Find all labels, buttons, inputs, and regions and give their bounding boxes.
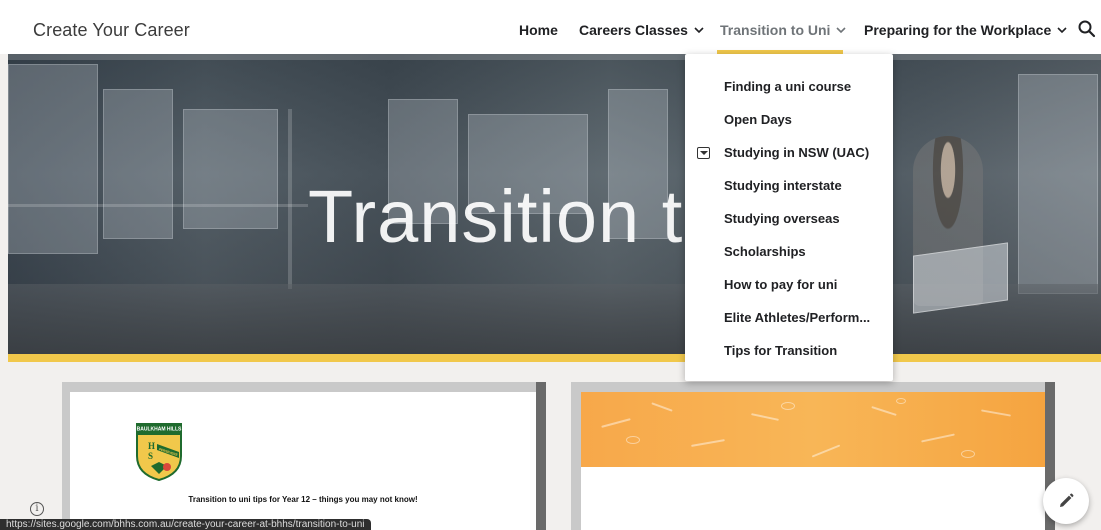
page: Transition to Create Your Career Home Ca… (0, 0, 1101, 530)
dropdown-item-studying-nsw[interactable]: Studying in NSW (UAC) (724, 145, 869, 160)
site-title[interactable]: Create Your Career (33, 20, 190, 41)
nav-transition-to-uni-label: Transition to Uni (720, 22, 831, 38)
info-icon[interactable]: i (30, 502, 44, 516)
chevron-down-icon (1057, 27, 1067, 34)
slide-banner (581, 392, 1045, 467)
nav-careers-classes-label: Careers Classes (579, 22, 688, 38)
svg-text:S: S (148, 451, 153, 461)
embedded-slide (581, 392, 1045, 530)
svg-text:H: H (148, 441, 155, 451)
nav-home[interactable]: Home (519, 22, 558, 38)
expand-arrow-icon[interactable] (697, 147, 710, 159)
hero-banner: Transition to (8, 54, 1101, 354)
status-bar-url: https://sites.google.com/bhhs.com.au/cre… (0, 519, 371, 530)
chevron-down-icon (694, 27, 704, 34)
nav-preparing-for-workplace[interactable]: Preparing for the Workplace (864, 22, 1068, 38)
chevron-down-icon (836, 27, 847, 34)
search-icon[interactable] (1077, 19, 1097, 39)
doc-scrollbar[interactable] (536, 382, 546, 530)
embedded-doc-card[interactable]: BAULKHAM HILLS H S PERSEVERE Transition … (62, 382, 546, 530)
transition-to-uni-dropdown: Finding a uni course Open Days Studying … (685, 54, 893, 381)
pencil-icon (1060, 493, 1074, 507)
hero-accent-band (8, 354, 1101, 362)
dropdown-item-finding-course[interactable]: Finding a uni course (724, 79, 851, 94)
nav-preparing-for-workplace-label: Preparing for the Workplace (864, 22, 1052, 38)
dropdown-item-scholarships[interactable]: Scholarships (724, 244, 806, 259)
school-crest-logo: BAULKHAM HILLS H S PERSEVERE (136, 423, 182, 482)
nav-home-label: Home (519, 22, 558, 38)
embedded-slides-card[interactable] (571, 382, 1055, 530)
dropdown-item-elite-athletes[interactable]: Elite Athletes/Perform... (724, 310, 870, 325)
dropdown-item-pay-for-uni[interactable]: How to pay for uni (724, 277, 837, 292)
dropdown-item-studying-overseas[interactable]: Studying overseas (724, 211, 840, 226)
dropdown-item-open-days[interactable]: Open Days (724, 112, 792, 127)
nav-transition-to-uni[interactable]: Transition to Uni (720, 22, 847, 38)
dropdown-item-tips-transition[interactable]: Tips for Transition (724, 343, 837, 358)
hero-title: Transition to (308, 175, 726, 258)
nav-careers-classes[interactable]: Careers Classes (579, 22, 705, 38)
svg-text:BAULKHAM HILLS: BAULKHAM HILLS (137, 427, 182, 433)
dropdown-item-studying-interstate[interactable]: Studying interstate (724, 178, 842, 193)
top-nav-bar: Create Your Career Home Careers Classes … (0, 0, 1101, 54)
doc-heading: Transition to uni tips for Year 12 – thi… (188, 495, 418, 504)
edit-button[interactable] (1043, 478, 1089, 524)
embedded-doc-page: BAULKHAM HILLS H S PERSEVERE Transition … (70, 392, 536, 530)
